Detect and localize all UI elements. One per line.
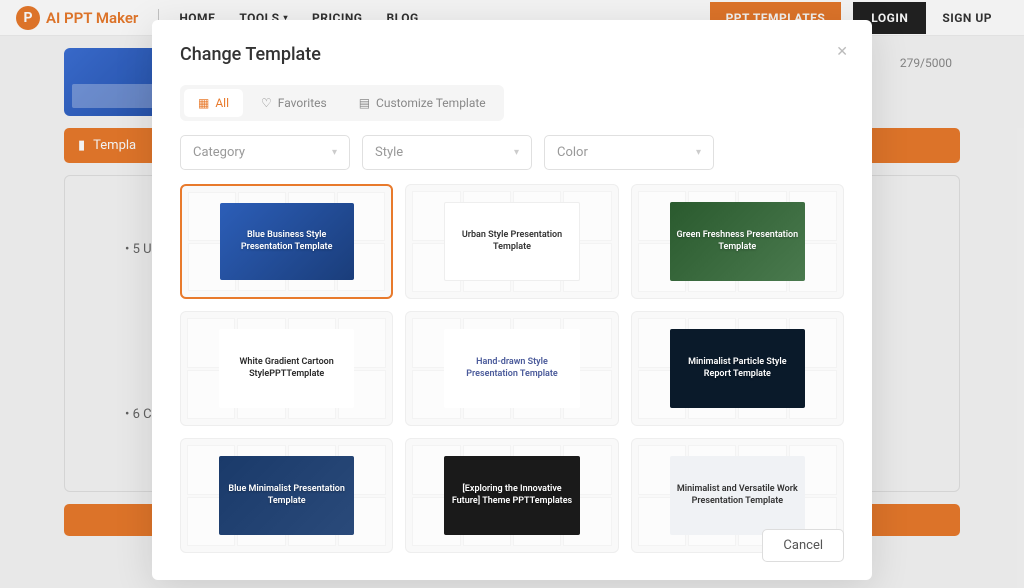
change-template-modal: Change Template ✕ ▦ All ♡ Favorites ▤ Cu…: [152, 20, 872, 580]
tab-customize-label: Customize Template: [376, 96, 486, 110]
template-title: Minimalist Particle Style Report Templat…: [676, 357, 799, 380]
grid-icon: ▦: [198, 96, 209, 110]
chevron-down-icon: ▾: [514, 147, 519, 158]
chevron-down-icon: ▾: [332, 147, 337, 158]
tab-all[interactable]: ▦ All: [184, 89, 243, 117]
category-label: Category: [193, 145, 245, 160]
tab-all-label: All: [215, 96, 229, 110]
template-card[interactable]: Green Freshness Presentation Template: [631, 184, 844, 299]
view-tabs: ▦ All ♡ Favorites ▤ Customize Template: [180, 85, 504, 121]
template-card[interactable]: Hand-drawn Style Presentation Template: [405, 311, 618, 426]
tab-customize[interactable]: ▤ Customize Template: [345, 89, 500, 117]
tab-favorites[interactable]: ♡ Favorites: [247, 89, 341, 117]
style-select[interactable]: Style ▾: [362, 135, 532, 170]
tab-favorites-label: Favorites: [278, 96, 327, 110]
filter-row: Category ▾ Style ▾ Color ▾: [180, 135, 844, 170]
template-title: White Gradient Cartoon StylePPTTemplate: [225, 357, 348, 380]
color-select[interactable]: Color ▾: [544, 135, 714, 170]
template-title: Blue Minimalist Presentation Template: [225, 484, 348, 507]
template-grid: Blue Business Style Presentation Templat…: [180, 184, 844, 553]
modal-title: Change Template: [180, 44, 844, 65]
template-card[interactable]: White Gradient Cartoon StylePPTTemplate: [180, 311, 393, 426]
close-icon[interactable]: ✕: [836, 44, 848, 60]
chevron-down-icon: ▾: [696, 147, 701, 158]
template-title: Hand-drawn Style Presentation Template: [450, 357, 573, 380]
template-title: Minimalist and Versatile Work Presentati…: [676, 484, 799, 507]
template-card[interactable]: Minimalist Particle Style Report Templat…: [631, 311, 844, 426]
template-card[interactable]: [Exploring the Innovative Future] Theme …: [405, 438, 618, 553]
modal-overlay: Change Template ✕ ▦ All ♡ Favorites ▤ Cu…: [0, 0, 1024, 588]
template-title: [Exploring the Innovative Future] Theme …: [450, 484, 573, 507]
cancel-button[interactable]: Cancel: [762, 529, 844, 562]
template-title: Urban Style Presentation Template: [451, 230, 572, 253]
template-title: Blue Business Style Presentation Templat…: [226, 230, 348, 253]
customize-icon: ▤: [359, 96, 370, 110]
category-select[interactable]: Category ▾: [180, 135, 350, 170]
style-label: Style: [375, 145, 403, 160]
color-label: Color: [557, 145, 588, 160]
template-card[interactable]: Blue Minimalist Presentation Template: [180, 438, 393, 553]
template-title: Green Freshness Presentation Template: [676, 230, 799, 253]
heart-icon: ♡: [261, 96, 272, 110]
template-card[interactable]: Urban Style Presentation Template: [405, 184, 618, 299]
template-card[interactable]: Blue Business Style Presentation Templat…: [180, 184, 393, 299]
